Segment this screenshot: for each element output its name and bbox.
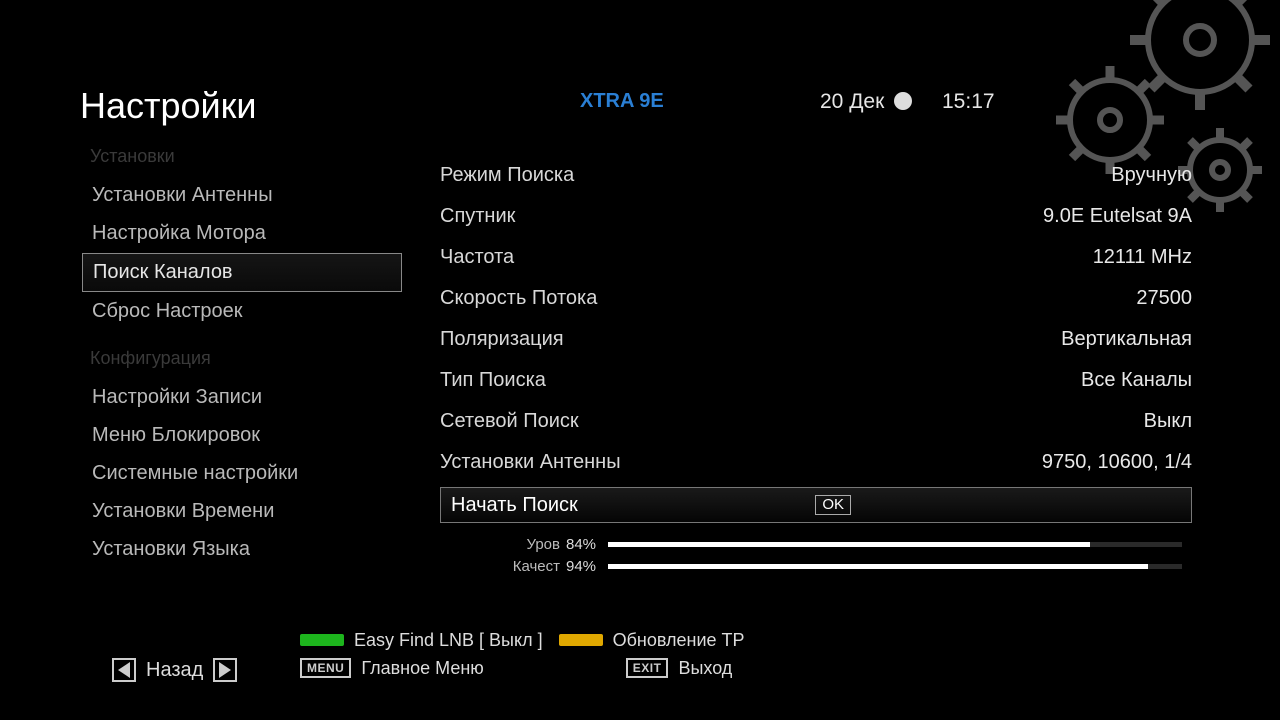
exit-key-icon: EXIT	[626, 658, 669, 678]
sidebar-item[interactable]: Установки Времени	[82, 493, 402, 530]
yellow-button-icon	[559, 634, 603, 646]
footer-hints: Easy Find LNB [ Выкл ] Обновление ТР MEN…	[300, 626, 1200, 682]
clock-icon	[894, 92, 912, 110]
menu-hint: Главное Меню	[361, 658, 483, 679]
right-arrow-icon	[213, 658, 237, 682]
signal-level-bar	[608, 542, 1182, 547]
signal-quality-label: Качест	[440, 558, 566, 575]
sidebar-group-config: Конфигурация	[90, 348, 402, 369]
yellow-hint: Обновление ТР	[613, 630, 745, 651]
setting-row[interactable]: Сетевой Поиск Выкл	[440, 401, 1192, 442]
signal-level-label: Уров	[440, 536, 566, 553]
setting-value: Вручную	[1111, 164, 1192, 187]
start-search-label: Начать Поиск	[451, 494, 578, 517]
setting-label: Установки Антенны	[440, 451, 621, 474]
sidebar-item[interactable]: Настройки Записи	[82, 379, 402, 416]
setting-value: 9.0E Eutelsat 9A	[1043, 205, 1192, 228]
setting-label: Частота	[440, 246, 514, 269]
header-date: 20 Дек	[820, 90, 912, 114]
sidebar-item[interactable]: Поиск Каналов	[82, 253, 402, 292]
start-search-row[interactable]: Начать Поиск OK	[440, 487, 1192, 523]
settings-panel: Режим Поиска Вручную Спутник 9.0E Eutelsat …	[440, 155, 1192, 577]
sidebar-item[interactable]: Системные настройки	[82, 455, 402, 492]
left-arrow-icon	[112, 658, 136, 682]
setting-value: Все Каналы	[1081, 369, 1192, 392]
sidebar-group-install: Установки	[90, 146, 402, 167]
setting-label: Сетевой Поиск	[440, 410, 579, 433]
sidebar-item[interactable]: Установки Языка	[82, 531, 402, 568]
setting-row[interactable]: Скорость Потока 27500	[440, 278, 1192, 319]
setting-value: Выкл	[1144, 410, 1192, 433]
sidebar: Установки Установки АнтенныНастройка Мото…	[82, 140, 402, 569]
page-title: Настройки	[80, 85, 257, 127]
signal-level-row: Уров 84%	[440, 533, 1192, 555]
ok-badge: OK	[815, 495, 851, 515]
nav-back[interactable]: Назад	[112, 658, 237, 682]
setting-row[interactable]: Режим Поиска Вручную	[440, 155, 1192, 196]
setting-value: Вертикальная	[1061, 328, 1192, 351]
setting-value: 9750, 10600, 1/4	[1042, 451, 1192, 474]
signal-quality-value: 94%	[566, 558, 608, 575]
setting-value: 12111 MHz	[1093, 246, 1192, 269]
signal-quality-row: Качест 94%	[440, 555, 1192, 577]
sidebar-item[interactable]: Сброс Настроек	[82, 293, 402, 330]
signal-quality-bar	[608, 564, 1182, 569]
setting-label: Скорость Потока	[440, 287, 597, 310]
setting-row[interactable]: Тип Поиска Все Каналы	[440, 360, 1192, 401]
setting-row[interactable]: Установки Антенны 9750, 10600, 1/4	[440, 442, 1192, 483]
setting-row[interactable]: Поляризация Вертикальная	[440, 319, 1192, 360]
sidebar-item[interactable]: Настройка Мотора	[82, 215, 402, 252]
setting-label: Поляризация	[440, 328, 564, 351]
source-label: XTRA 9E	[580, 90, 664, 113]
setting-value: 27500	[1136, 287, 1192, 310]
header-time: 15:17	[942, 90, 995, 114]
sidebar-item[interactable]: Меню Блокировок	[82, 417, 402, 454]
setting-label: Спутник	[440, 205, 515, 228]
green-button-icon	[300, 634, 344, 646]
menu-key-icon: MENU	[300, 658, 351, 678]
signal-level-value: 84%	[566, 536, 608, 553]
exit-hint: Выход	[678, 658, 732, 679]
sidebar-item[interactable]: Установки Антенны	[82, 177, 402, 214]
setting-row[interactable]: Частота 12111 MHz	[440, 237, 1192, 278]
setting-row[interactable]: Спутник 9.0E Eutelsat 9A	[440, 196, 1192, 237]
nav-back-label: Назад	[146, 659, 203, 682]
setting-label: Режим Поиска	[440, 164, 574, 187]
green-hint: Easy Find LNB [ Выкл ]	[354, 630, 543, 651]
date-text: 20 Дек	[820, 90, 884, 113]
setting-label: Тип Поиска	[440, 369, 546, 392]
